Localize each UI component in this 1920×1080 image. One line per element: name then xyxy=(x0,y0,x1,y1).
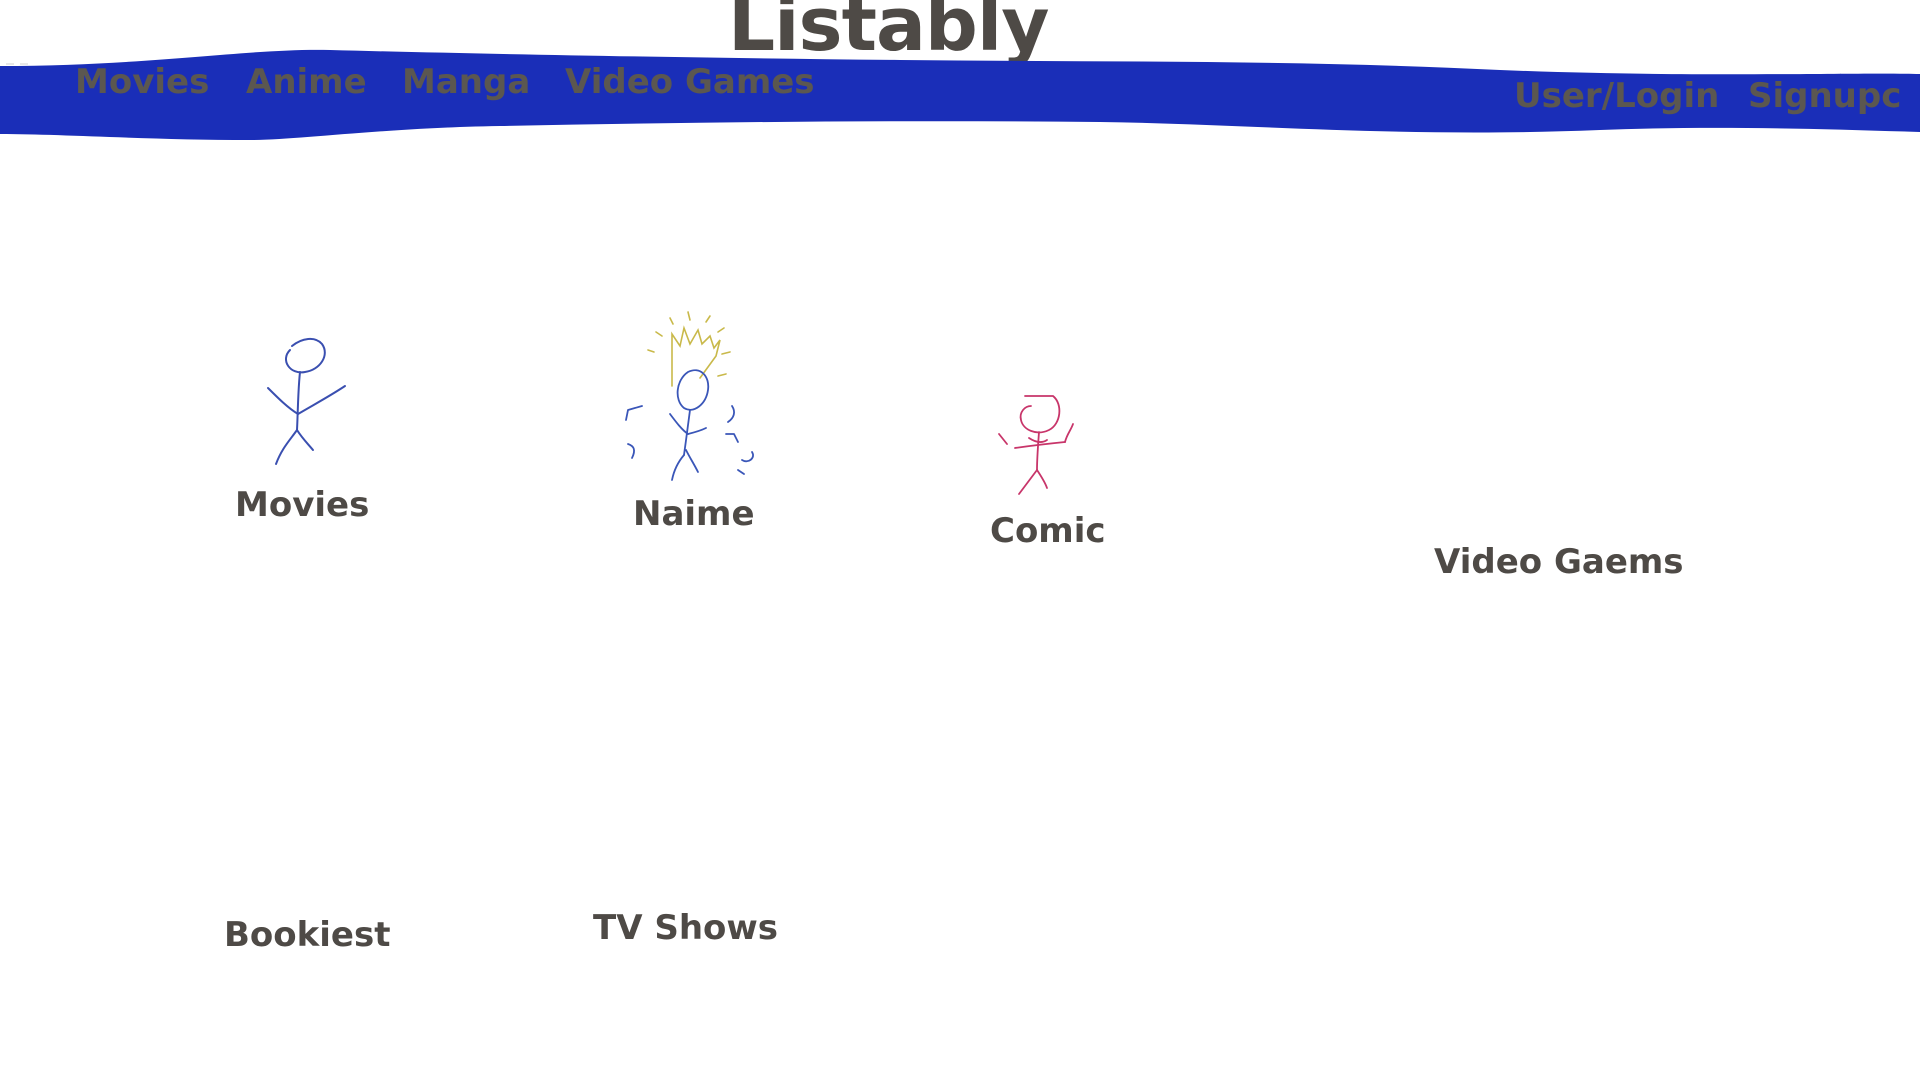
nav-link-signup[interactable]: Signupc xyxy=(1748,79,1901,113)
nav-link-movies[interactable]: Movies xyxy=(75,65,209,99)
nav-link-anime[interactable]: Anime xyxy=(246,65,367,99)
category-tv-shows[interactable]: TV Shows xyxy=(593,911,778,945)
category-movies[interactable]: Movies xyxy=(235,488,369,522)
corner-mark-icon xyxy=(6,63,28,65)
category-comic[interactable]: Comic xyxy=(990,514,1106,548)
category-video-gaems[interactable]: Video Gaems xyxy=(1434,545,1684,579)
category-naime[interactable]: Naime xyxy=(633,497,755,531)
nav-link-user-login[interactable]: User/Login xyxy=(1514,79,1719,113)
nav-link-manga[interactable]: Manga xyxy=(402,65,530,99)
red-stick-figure-icon xyxy=(998,395,1074,495)
spiky-hair-stick-figure-icon xyxy=(625,311,754,481)
nav-link-video-games[interactable]: Video Games xyxy=(565,65,815,99)
category-bookiest[interactable]: Bookiest xyxy=(224,918,390,952)
stick-figure-icon xyxy=(267,338,346,465)
